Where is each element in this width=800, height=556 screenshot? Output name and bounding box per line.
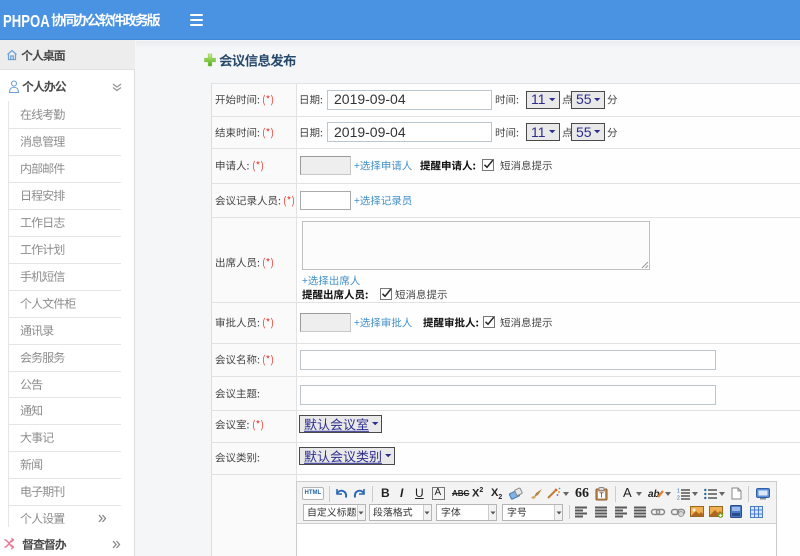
svg-text:ab: ab <box>648 489 660 500</box>
svg-text:2: 2 <box>677 495 680 501</box>
svg-text:1: 1 <box>677 488 680 494</box>
svg-text:T: T <box>599 492 604 499</box>
